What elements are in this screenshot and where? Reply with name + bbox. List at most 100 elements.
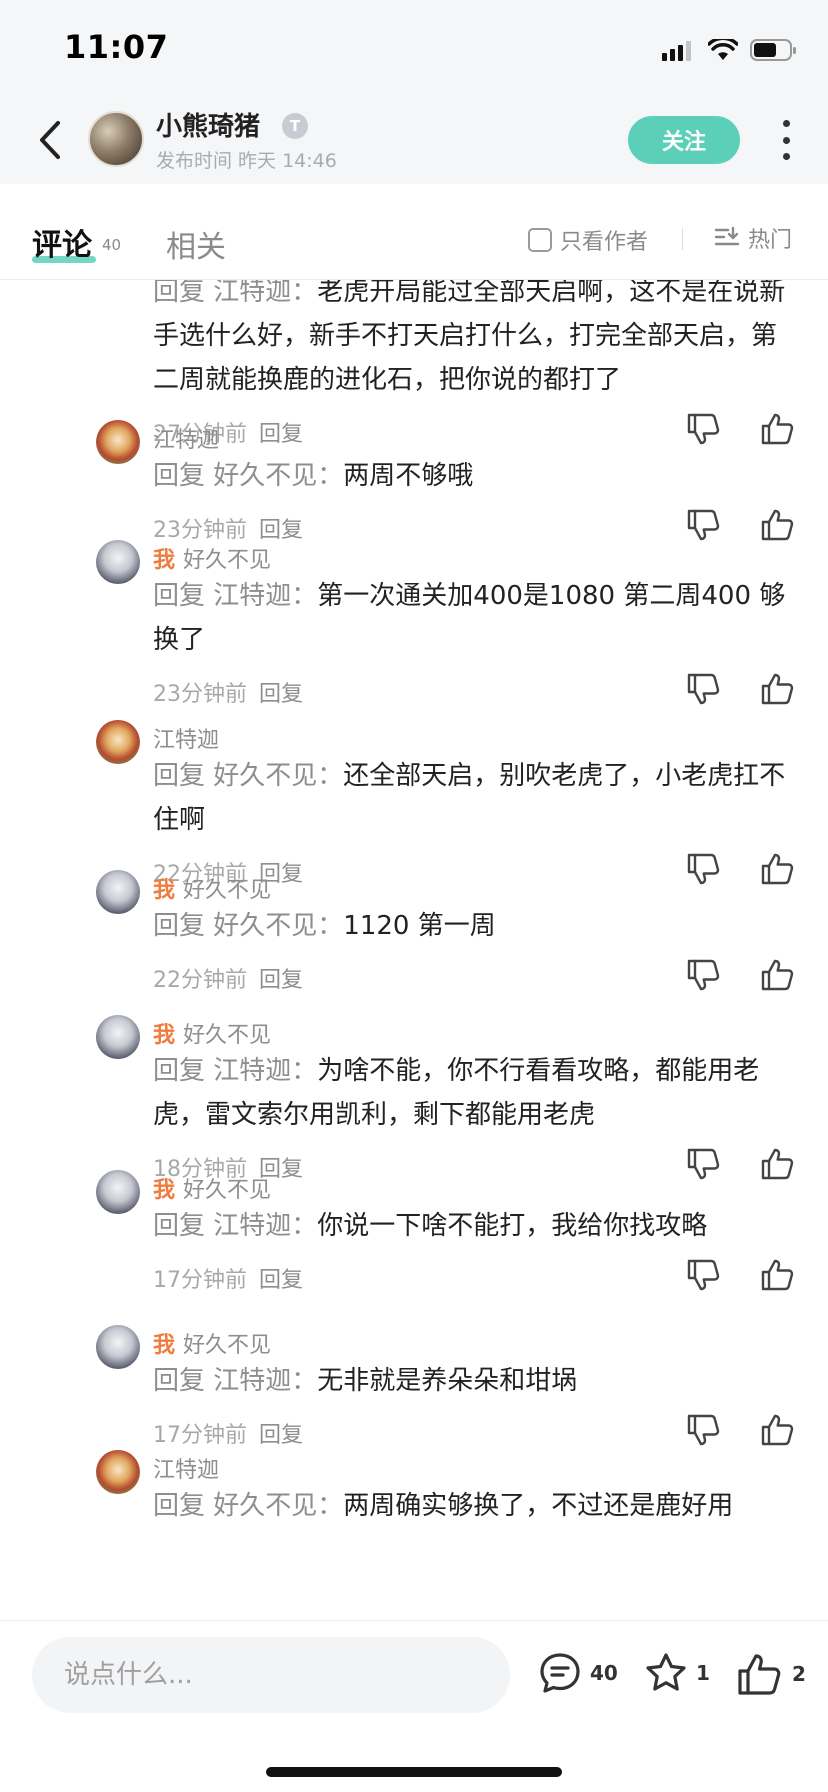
reply-item[interactable]: 江特迦 回复 好久不见：两周确实够换了，不过还是鹿好用 [0,1450,828,1604]
more-dot-icon [782,153,790,160]
thumbs-down-icon[interactable] [686,1413,720,1447]
status-time: 11:07 [64,28,169,66]
author-only-label: 只看作者 [560,230,649,255]
reply-item[interactable]: 我好久不见 回复 好久不见：1120 第一周 22分钟前 回复 [0,870,828,1024]
comment-total: 40 [590,1661,618,1685]
thumbs-up-icon[interactable] [760,508,794,542]
reply-text: 1120 第一周 [343,911,496,941]
user-avatar[interactable] [96,420,140,464]
user-avatar[interactable] [96,540,140,584]
username-text: 好久不见 [183,1333,272,1358]
sort-icon [714,226,740,246]
reply-target: 好久不见： [213,761,344,791]
reply-target: 好久不见： [213,1491,344,1521]
home-indicator[interactable] [266,1767,562,1777]
thumbs-up-icon[interactable] [760,1258,794,1292]
reply-body[interactable]: 回复 江特迦：老虎开局能过全部天启啊，这不是在说新手选什么好，新手不打天启打什么… [153,280,795,402]
reply-meta: 17分钟前 回复 [153,1262,303,1294]
user-avatar[interactable] [96,1325,140,1369]
post-header: 小熊琦猪 T 发布时间 昨天 14:46 关注 [0,96,828,184]
reply-target: 江特迦： [213,280,318,307]
user-avatar[interactable] [96,1015,140,1059]
reply-item[interactable]: 我好久不见 回复 江特迦：你说一下啥不能打，我给你找攻略 17分钟前 回复 [0,1170,828,1324]
reply-action-button[interactable]: 回复 [259,968,303,993]
like-post-button[interactable]: 2 [736,1651,806,1697]
username-text: 好久不见 [183,548,272,573]
reply-body[interactable]: 回复 江特迦：无非就是养朵朵和坩埚 [153,1359,795,1403]
reply-body[interactable]: 回复 好久不见：1120 第一周 [153,904,795,948]
reply-username[interactable]: 江特迦 [153,422,219,454]
me-tag: 我 [153,548,176,573]
reply-meta: 17分钟前 回复 [153,1417,303,1449]
reply-body[interactable]: 回复 好久不见：两周确实够换了，不过还是鹿好用 [153,1484,795,1528]
status-icons [662,36,798,64]
user-avatar[interactable] [96,870,140,914]
comment-bubble-icon [540,1653,580,1693]
reply-body[interactable]: 回复 江特迦：你说一下啥不能打，我给你找攻略 [153,1204,795,1248]
reply-body[interactable]: 回复 江特迦：为啥不能，你不行看看攻略，都能用老虎，雷文索尔用凯利，剩下都能用老… [153,1049,795,1137]
reply-username[interactable]: 我好久不见 [153,1172,271,1204]
reply-time: 17分钟前 [153,1423,247,1448]
username-text: 江特迦 [153,1458,220,1483]
reply-body[interactable]: 回复 好久不见：还全部天启，别吹老虎了，小老虎扛不住啊 [153,754,795,842]
username-text: 好久不见 [183,878,272,903]
thumbs-down-icon[interactable] [686,1258,720,1292]
reply-prefix: 回复 [153,461,206,491]
reply-username[interactable]: 江特迦 [153,722,219,754]
author-name[interactable]: 小熊琦猪 [156,106,260,143]
author-level-badge: T [282,113,308,139]
reply-target: 江特迦： [213,581,318,611]
thumbs-up-icon[interactable] [760,672,794,706]
thumbs-down-icon[interactable] [686,508,720,542]
reply-target: 江特迦： [213,1056,318,1086]
sort-label: 热门 [748,228,793,253]
reply-text: 你说一下啥不能打，我给你找攻略 [317,1211,708,1241]
checkbox-icon [528,228,552,252]
reply-action-button[interactable]: 回复 [259,1423,303,1448]
chevron-left-icon [40,121,60,159]
user-avatar[interactable] [96,1450,140,1494]
reply-prefix: 回复 [153,1491,206,1521]
more-options-button[interactable] [774,120,798,160]
follow-button[interactable]: 关注 [628,116,740,164]
favorite-button[interactable]: 1 [644,1651,710,1695]
reply-action-button[interactable]: 回复 [259,1268,303,1293]
username-text: 江特迦 [153,728,220,753]
reply-text: 无非就是养朵朵和坩埚 [317,1366,578,1396]
reply-action-button[interactable]: 回复 [259,682,303,707]
sort-hot-button[interactable]: 热门 [714,222,792,254]
thumbs-up-icon[interactable] [760,958,794,992]
reply-username[interactable]: 我好久不见 [153,542,271,574]
reply-username[interactable]: 我好久不见 [153,1327,271,1359]
me-tag: 我 [153,1023,176,1048]
comment-input[interactable] [32,1637,510,1713]
reply-item[interactable]: 我好久不见 回复 江特迦：第一次通关加400是1080 第二周400 够换了 23分… [0,540,828,738]
thumbs-up-icon[interactable] [760,1413,794,1447]
me-tag: 我 [153,1178,176,1203]
author-only-toggle[interactable]: 只看作者 [528,224,648,256]
reply-time: 17分钟前 [153,1268,247,1293]
reply-username[interactable]: 我好久不见 [153,872,271,904]
reply-prefix: 回复 [153,761,206,791]
reply-body[interactable]: 回复 江特迦：第一次通关加400是1080 第二周400 够换了 [153,574,795,662]
author-avatar[interactable] [88,111,144,167]
comments-button[interactable]: 40 [538,1651,618,1695]
reply-target: 江特迦： [213,1211,318,1241]
user-avatar[interactable] [96,1170,140,1214]
thumbs-down-icon[interactable] [686,672,720,706]
tab-comments[interactable]: 评论 [32,220,92,264]
reply-list[interactable]: 我好久不见回复 江特迦：老虎开局能过全部天启啊，这不是在说新手选什么好，新手不打… [0,280,828,1620]
tab-related[interactable]: 相关 [166,222,226,266]
user-avatar[interactable] [96,720,140,764]
thumbs-down-icon[interactable] [686,958,720,992]
reply-username[interactable]: 我好久不见 [153,1017,271,1049]
reply-target: 江特迦： [213,1366,318,1396]
reply-text: 两周确实够换了，不过还是鹿好用 [343,1491,734,1521]
reply-body[interactable]: 回复 好久不见：两周不够哦 [153,454,795,498]
reply-username[interactable]: 江特迦 [153,1452,219,1484]
divider [682,228,683,250]
star-icon [646,1653,686,1691]
status-bar: 11:07 [0,0,828,96]
back-button[interactable] [30,116,70,164]
reply-text: 两周不够哦 [343,461,474,491]
